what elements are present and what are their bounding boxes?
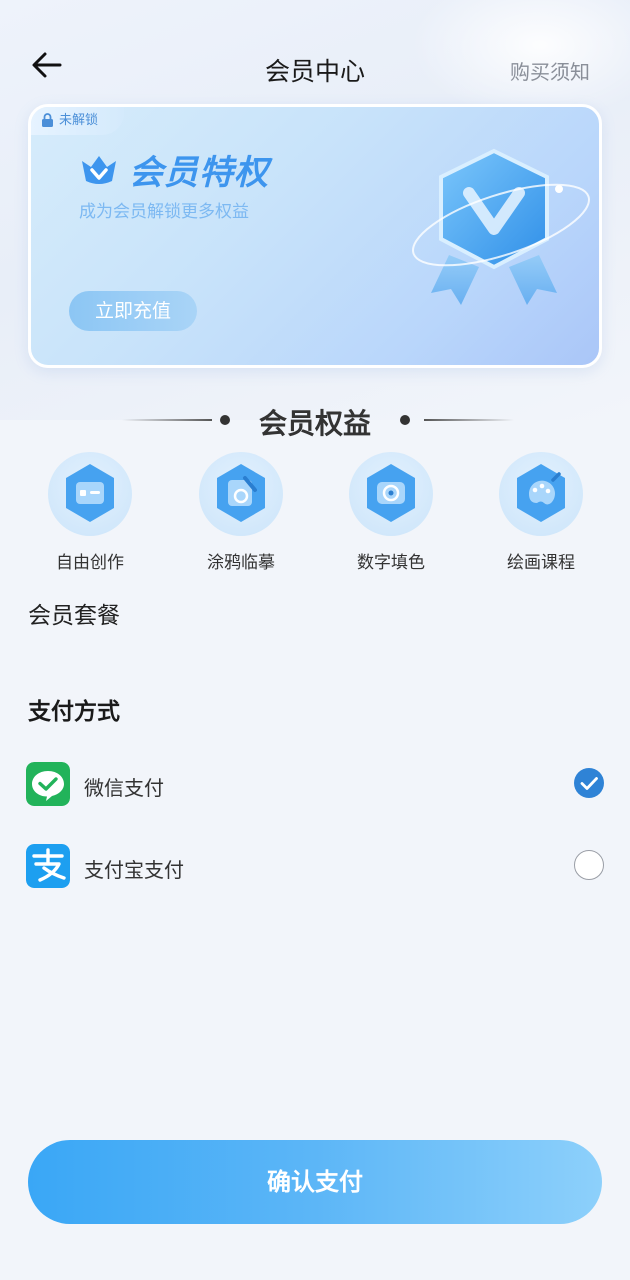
sketch-icon (217, 464, 265, 522)
lock-status-badge: 未解锁 (31, 107, 125, 135)
benefit-label: 绘画课程 (507, 553, 575, 573)
benefit-icon-wrap (199, 452, 283, 536)
vip-banner: 未解锁 会员特权 成为会员解锁更多权益 立即充值 (28, 104, 602, 368)
payment-option-label: 支付宝支付 (84, 858, 184, 882)
check-icon (580, 777, 598, 790)
wechat-pay-icon (26, 762, 70, 806)
vip-subtitle: 成为会员解锁更多权益 (79, 202, 249, 222)
payment-heading: 支付方式 (28, 699, 120, 725)
benefit-icon-wrap (349, 452, 433, 536)
camera-icon (367, 464, 415, 522)
vip-title-row: 会员特权 (79, 145, 269, 194)
plans-heading: 会员套餐 (28, 603, 120, 629)
alipay-icon (26, 844, 70, 888)
benefit-label: 数字填色 (357, 553, 425, 573)
purchase-notice-link[interactable]: 购买须知 (510, 56, 590, 85)
benefits-section-header: 会员权益 (0, 398, 630, 442)
benefit-digital-coloring[interactable]: 数字填色 (336, 452, 446, 573)
radio-unselected[interactable] (574, 850, 604, 880)
payment-option-alipay[interactable]: 支付宝支付 (26, 844, 606, 890)
top-bar: 会员中心 购买须知 (0, 40, 630, 100)
radio-selected[interactable] (574, 768, 604, 798)
payment-option-label: 微信支付 (84, 776, 164, 800)
lock-status-label: 未解锁 (59, 113, 99, 128)
divider-right (424, 419, 514, 421)
confirm-payment-button[interactable]: 确认支付 (28, 1140, 602, 1224)
benefit-doodle-copy[interactable]: 涂鸦临摹 (186, 452, 296, 573)
recharge-button[interactable]: 立即充值 (69, 291, 197, 331)
benefits-title: 会员权益 (258, 407, 371, 440)
palette-icon (517, 464, 565, 522)
benefit-label: 自由创作 (56, 553, 124, 573)
benefit-icon-wrap (499, 452, 583, 536)
vip-title: 会员特权 (129, 153, 269, 193)
divider-dot-right (400, 415, 410, 425)
crown-icon (82, 155, 116, 184)
benefit-painting-course[interactable]: 绘画课程 (486, 452, 596, 573)
vip-medal-icon (412, 148, 590, 305)
payment-option-wechat[interactable]: 微信支付 (26, 762, 606, 808)
benefit-icon-wrap (48, 452, 132, 536)
card-icon (66, 464, 114, 522)
benefit-label: 涂鸦临摹 (207, 553, 275, 573)
benefit-free-creation[interactable]: 自由创作 (35, 452, 145, 573)
lock-icon (42, 113, 53, 127)
